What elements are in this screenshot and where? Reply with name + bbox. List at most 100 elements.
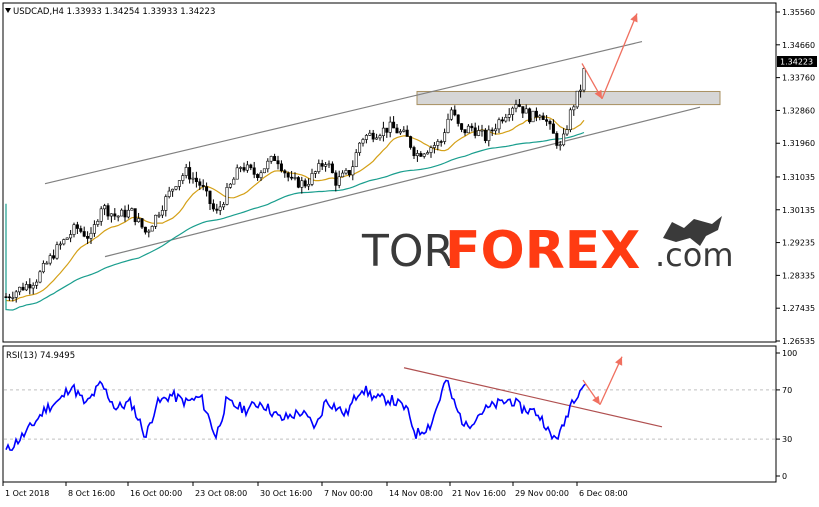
- time-label: 30 Oct 16:00: [260, 489, 312, 498]
- candle-body: [490, 129, 494, 132]
- candle-body: [113, 213, 117, 217]
- candle-body: [497, 119, 501, 130]
- candle-body: [222, 204, 226, 208]
- candle-body: [582, 68, 586, 91]
- candle-body: [303, 180, 307, 187]
- candle-body: [541, 115, 545, 120]
- candle-body: [307, 184, 311, 187]
- watermark-part1: TOR: [361, 226, 454, 277]
- candle-body: [154, 214, 158, 227]
- candle-body: [245, 164, 249, 171]
- candle-body: [354, 152, 358, 168]
- candle-body: [514, 104, 518, 109]
- rsi-axis-label: 30: [782, 435, 792, 444]
- candle-body: [273, 156, 277, 161]
- candle-body: [330, 163, 334, 174]
- candle-body: [344, 170, 348, 174]
- time-label: 21 Nov 16:00: [452, 489, 506, 498]
- candle-body: [555, 133, 559, 146]
- candle-body: [521, 106, 525, 114]
- candle-body: [99, 208, 103, 222]
- candle-body: [317, 163, 321, 172]
- candle-body: [324, 164, 328, 167]
- candle-body: [358, 142, 362, 153]
- rsi-axis-label: 70: [782, 386, 792, 395]
- candle-body: [133, 208, 137, 223]
- candle-body: [575, 90, 579, 108]
- candle-body: [534, 110, 538, 118]
- candle-body: [568, 109, 572, 130]
- candle-body: [426, 152, 430, 155]
- candle-body: [558, 144, 562, 147]
- candle-body: [364, 135, 368, 140]
- candle-body: [150, 226, 154, 232]
- price-label: 1.34660: [782, 41, 815, 50]
- candle-body: [52, 255, 56, 259]
- candle-body: [137, 218, 141, 223]
- candle-body: [55, 244, 59, 259]
- candle-body: [487, 129, 491, 141]
- candle-body: [239, 167, 243, 169]
- candle-body: [507, 114, 511, 118]
- candle-body: [177, 180, 181, 187]
- candle-body: [106, 205, 110, 217]
- time-label: 8 Oct 16:00: [68, 489, 115, 498]
- candle-body: [300, 180, 304, 188]
- candle-body: [327, 163, 331, 166]
- candle-body: [11, 297, 15, 299]
- rsi-title: RSI(13) 74.9495: [6, 351, 75, 361]
- candle-body: [89, 232, 93, 239]
- candle-body: [235, 167, 239, 180]
- candle-body: [218, 206, 222, 211]
- rsi-axis-label: 0: [782, 472, 787, 481]
- candle-body: [35, 281, 39, 286]
- candle-body: [310, 173, 314, 185]
- candle-body: [412, 147, 416, 157]
- price-label: 1.29235: [782, 239, 815, 248]
- candle-body: [167, 190, 171, 197]
- candle-body: [157, 214, 161, 217]
- candle-body: [296, 177, 300, 188]
- candle-body: [562, 133, 566, 146]
- candle-body: [572, 106, 576, 111]
- candle-body: [361, 139, 365, 144]
- candle-body: [398, 131, 402, 134]
- candle-body: [511, 107, 515, 115]
- candle-body: [320, 163, 324, 167]
- candle-body: [126, 209, 130, 218]
- candle-body: [381, 127, 385, 137]
- time-label: 29 Nov 00:00: [515, 489, 569, 498]
- candle-body: [429, 147, 433, 153]
- candle-body: [453, 109, 457, 116]
- candle-body: [419, 153, 423, 157]
- candle-body: [181, 175, 185, 181]
- candle-body: [351, 166, 355, 176]
- time-label: 1 Oct 2018: [5, 489, 49, 498]
- candle-body: [75, 224, 79, 229]
- candle-body: [92, 224, 96, 234]
- candle-body: [242, 167, 246, 171]
- candle-body: [473, 127, 477, 136]
- candle-body: [538, 115, 542, 118]
- price-label: 1.30135: [782, 206, 815, 215]
- candle-body: [79, 228, 83, 232]
- candle-body: [256, 174, 260, 178]
- time-label: 14 Nov 08:00: [389, 489, 443, 498]
- candle-body: [368, 132, 372, 136]
- candle-body: [208, 190, 212, 204]
- candle-body: [313, 171, 317, 174]
- candle-body: [65, 237, 69, 240]
- candle-body: [463, 129, 467, 134]
- candle-body: [45, 262, 49, 265]
- candle-body: [225, 187, 229, 205]
- candle-body: [494, 128, 498, 132]
- candle-body: [266, 160, 270, 170]
- candle-body: [524, 108, 528, 114]
- resistance-zone: [416, 90, 721, 106]
- candle-body: [439, 141, 443, 143]
- candle-body: [269, 156, 273, 162]
- candle-body: [483, 129, 487, 141]
- candle-body: [58, 243, 62, 246]
- price-label: 1.31960: [782, 139, 815, 148]
- candle-body: [191, 177, 195, 180]
